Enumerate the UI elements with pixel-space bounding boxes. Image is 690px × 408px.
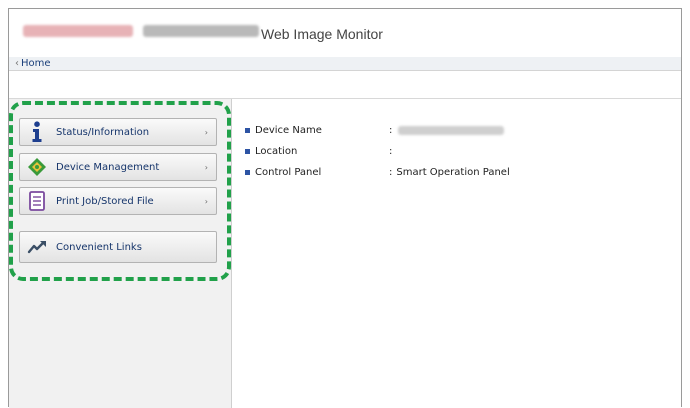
bullet-icon xyxy=(245,149,250,154)
control-panel-value: Smart Operation Panel xyxy=(396,167,510,178)
device-management-button[interactable]: Device Management › xyxy=(19,153,217,181)
control-panel-key: Control Panel xyxy=(255,167,322,178)
chevron-right-icon: › xyxy=(204,196,208,206)
separator: : xyxy=(389,167,393,178)
app-title: Web Image Monitor xyxy=(261,26,383,42)
info-icon xyxy=(26,121,48,143)
device-name-key: Device Name xyxy=(255,125,322,136)
separator: : xyxy=(389,125,393,136)
manufacturer-logo xyxy=(23,25,133,37)
device-name-row: Device Name : xyxy=(245,125,505,136)
link-icon xyxy=(26,236,48,258)
chevron-left-icon: ‹ xyxy=(15,58,19,69)
status-information-label: Status/Information xyxy=(56,126,150,138)
bullet-icon xyxy=(245,128,250,133)
separator: : xyxy=(389,146,393,157)
breadcrumb: ‹ Home xyxy=(9,57,681,71)
convenient-links-label: Convenient Links xyxy=(56,241,142,253)
location-key: Location xyxy=(255,146,298,157)
status-information-button[interactable]: Status/Information › xyxy=(19,118,217,146)
device-management-label: Device Management xyxy=(56,161,160,173)
convenient-links-button[interactable]: Convenient Links xyxy=(19,231,217,263)
header-bar: Web Image Monitor xyxy=(9,9,681,58)
device-management-icon xyxy=(26,156,48,178)
toolbar-area xyxy=(9,72,681,99)
browser-window: Web Image Monitor ‹ Home Status/Informati… xyxy=(8,8,682,408)
print-job-stored-file-label: Print Job/Stored File xyxy=(56,195,154,207)
device-name-value xyxy=(398,126,505,135)
home-link[interactable]: Home xyxy=(21,58,51,69)
bullet-icon xyxy=(245,170,250,175)
print-job-icon xyxy=(26,190,48,212)
brand-logo xyxy=(23,25,259,37)
print-job-stored-file-button[interactable]: Print Job/Stored File › xyxy=(19,187,217,215)
chevron-right-icon: › xyxy=(204,162,208,172)
control-panel-row: Control Panel : Smart Operation Panel xyxy=(245,167,510,178)
location-row: Location : xyxy=(245,146,392,157)
chevron-right-icon: › xyxy=(204,127,208,137)
model-name-logo xyxy=(143,25,259,37)
